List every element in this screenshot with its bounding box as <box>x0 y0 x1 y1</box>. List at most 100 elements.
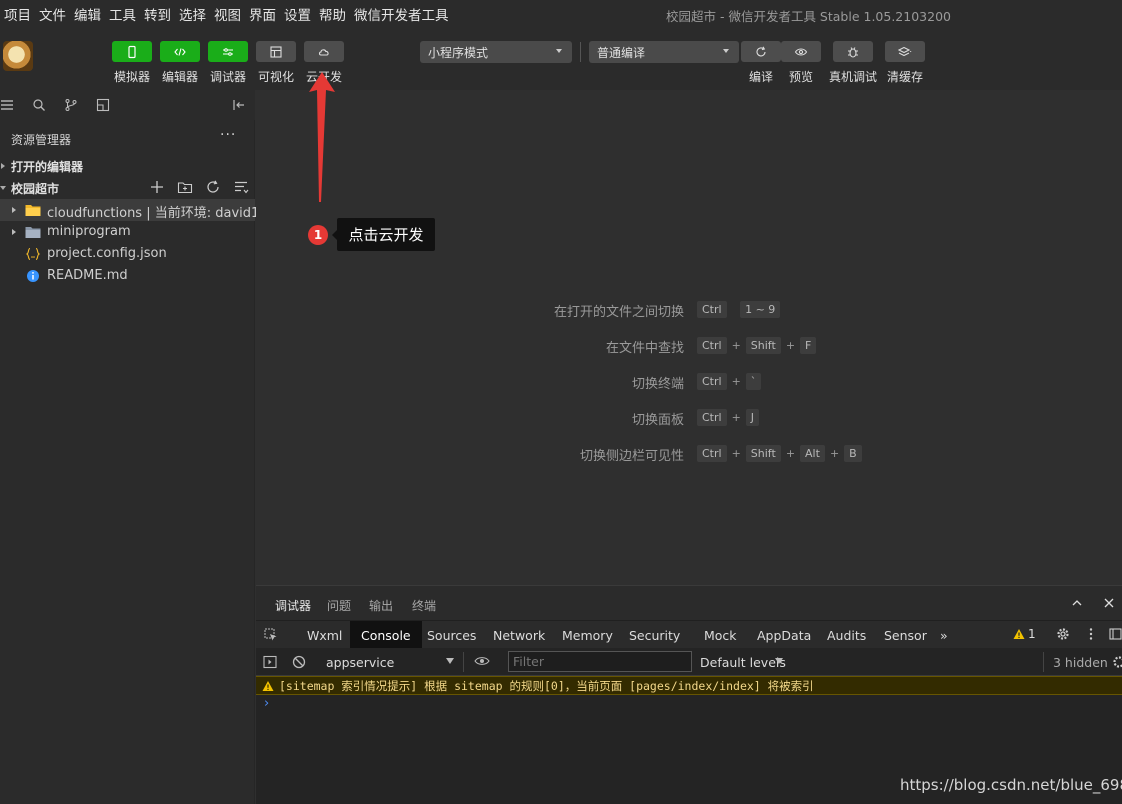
eye-icon <box>794 47 808 56</box>
log-levels-select[interactable]: Default levels <box>700 655 786 670</box>
more-tabs-button[interactable]: » <box>929 621 959 649</box>
tab-memory[interactable]: Memory <box>551 621 624 649</box>
tab-mock[interactable]: Mock <box>693 621 748 649</box>
context-select[interactable]: appservice <box>326 655 394 670</box>
remote-debug-button[interactable] <box>833 41 873 62</box>
simulator-button[interactable] <box>112 41 152 62</box>
gear-icon[interactable] <box>1112 655 1122 669</box>
kebab-menu-icon[interactable] <box>1084 627 1098 641</box>
menu-item-tools[interactable]: 工具 <box>109 4 136 24</box>
tree-item-cloudfunctions[interactable]: cloudfunctions | 当前环境: david1 <box>0 199 259 221</box>
avatar[interactable] <box>3 41 33 71</box>
more-icon[interactable]: ··· <box>220 127 236 143</box>
key: Ctrl <box>697 445 727 462</box>
chevron-right-icon <box>12 229 16 235</box>
menu-item-goto[interactable]: 转到 <box>144 4 171 24</box>
open-editors-section[interactable]: 打开的编辑器 <box>0 155 255 177</box>
key: Ctrl <box>697 337 727 354</box>
filter-input[interactable] <box>508 651 692 672</box>
sidebar-toggle-icon[interactable] <box>263 655 277 669</box>
hidden-count: 3 hidden <box>1053 655 1108 670</box>
chevron-down-icon[interactable] <box>775 658 783 664</box>
chevron-right-icon <box>1 163 5 169</box>
cloud-icon <box>318 48 329 56</box>
menu-item-select[interactable]: 选择 <box>179 4 206 24</box>
mode-select[interactable]: 小程序模式 <box>420 41 572 63</box>
shortcut-label: 在打开的文件之间切换 <box>553 305 684 320</box>
clear-cache-button[interactable] <box>885 41 925 62</box>
menu-item-edit[interactable]: 编辑 <box>74 4 101 24</box>
warning-icon <box>262 681 274 691</box>
gear-icon[interactable] <box>1056 627 1070 641</box>
chevron-right-icon <box>12 207 16 213</box>
tab-problems[interactable]: 问题 <box>327 597 351 614</box>
chevron-down-icon[interactable] <box>446 658 454 664</box>
key: Ctrl <box>697 373 727 390</box>
menu-item-interface[interactable]: 界面 <box>249 4 276 24</box>
tab-wxml[interactable]: Wxml <box>296 621 353 649</box>
key: 1 ~ 9 <box>740 301 781 318</box>
branch-icon[interactable] <box>64 98 78 112</box>
tab-terminal[interactable]: 终端 <box>412 597 436 614</box>
menu-item-file[interactable]: 文件 <box>39 4 66 24</box>
search-icon[interactable] <box>32 98 46 112</box>
debugger-button[interactable] <box>208 41 248 62</box>
clear-console-icon[interactable] <box>292 655 306 669</box>
compile-select-value: 普通编译 <box>597 45 646 60</box>
preview-button[interactable] <box>781 41 821 62</box>
json-file-icon <box>25 247 41 261</box>
tab-appdata[interactable]: AppData <box>746 621 822 649</box>
chevron-down-icon <box>0 186 6 190</box>
project-section[interactable]: 校园超市 <box>0 177 255 199</box>
annotation-arrow <box>309 72 335 202</box>
eye-icon[interactable] <box>474 654 490 668</box>
collapse-sidebar-icon[interactable] <box>232 98 246 112</box>
new-folder-icon[interactable] <box>177 179 193 195</box>
key: B <box>844 445 862 462</box>
toolbar-divider <box>463 652 464 672</box>
visual-button[interactable] <box>256 41 296 62</box>
tab-output[interactable]: 输出 <box>369 597 393 614</box>
shortcut-label: 切换终端 <box>631 377 684 392</box>
menu-item-project[interactable]: 项目 <box>4 4 31 24</box>
tab-audits[interactable]: Audits <box>816 621 877 649</box>
extensions-icon[interactable] <box>96 98 110 112</box>
compile-button[interactable] <box>741 41 781 62</box>
menu-item-help[interactable]: 帮助 <box>319 4 346 24</box>
tree-item-project-config[interactable]: project.config.json <box>0 243 255 265</box>
tree-item-label: miniprogram <box>47 224 131 239</box>
remote-debug-label: 真机调试 <box>828 70 877 84</box>
editor-button[interactable] <box>160 41 200 62</box>
collapse-all-icon[interactable] <box>233 179 249 195</box>
close-icon[interactable] <box>1103 597 1115 609</box>
refresh-icon[interactable] <box>205 179 221 195</box>
menu-item-devtools[interactable]: 微信开发者工具 <box>354 4 449 24</box>
tree-item-miniprogram[interactable]: miniprogram <box>0 221 255 243</box>
tree-item-readme[interactable]: README.md <box>0 265 255 287</box>
toolbar-divider <box>580 42 581 62</box>
list-icon[interactable] <box>0 98 14 112</box>
warning-count[interactable]: 1 <box>1028 627 1036 641</box>
key: ` <box>745 373 762 390</box>
tab-console[interactable]: Console <box>350 621 422 649</box>
tab-debugger[interactable]: 调试器 <box>275 597 312 624</box>
info-icon <box>27 270 39 282</box>
key: Shift <box>745 337 781 354</box>
cloud-dev-button[interactable] <box>304 41 344 62</box>
tab-sources[interactable]: Sources <box>416 621 487 649</box>
window-title: 校园超市 - 微信开发者工具 Stable 1.05.2103200 <box>666 9 951 24</box>
menu-item-view[interactable]: 视图 <box>214 4 241 24</box>
new-file-icon[interactable] <box>149 179 165 195</box>
key: F <box>800 337 817 354</box>
inspect-icon[interactable] <box>264 628 278 642</box>
chevron-down-icon <box>556 49 562 53</box>
menu-item-settings[interactable]: 设置 <box>284 4 311 24</box>
chevron-up-icon[interactable] <box>1071 597 1083 609</box>
console-prompt[interactable]: › <box>264 696 269 711</box>
tab-security[interactable]: Security <box>618 621 691 649</box>
tab-network[interactable]: Network <box>482 621 556 649</box>
compile-select[interactable]: 普通编译 <box>589 41 739 63</box>
dock-icon[interactable] <box>1109 627 1122 641</box>
mode-select-value: 小程序模式 <box>428 45 489 60</box>
key: Alt <box>800 445 825 462</box>
